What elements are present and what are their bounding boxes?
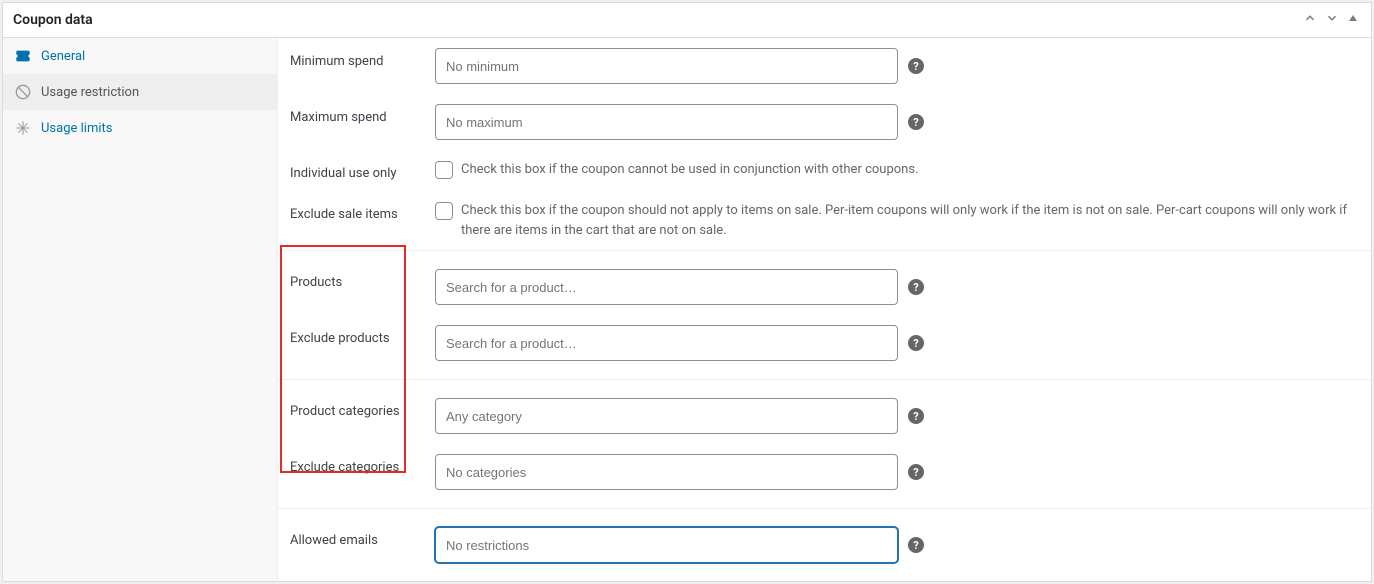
row-products: Products ? <box>278 251 1371 315</box>
maximum-spend-input[interactable] <box>435 104 898 140</box>
sidebar-item-label: Usage limits <box>41 121 112 136</box>
exclude-categories-input[interactable] <box>435 454 898 490</box>
help-icon[interactable]: ? <box>908 537 924 553</box>
exclude-sale-checkbox[interactable] <box>435 202 453 220</box>
panel-controls <box>1301 11 1361 29</box>
products-input[interactable] <box>435 269 898 305</box>
row-exclude-products: Exclude products ? <box>278 315 1371 379</box>
product-categories-input[interactable] <box>435 398 898 434</box>
label-exclude-categories: Exclude categories <box>290 454 435 475</box>
panel-body: General Usage restriction Usage limits M… <box>3 38 1371 581</box>
exclude-products-input[interactable] <box>435 325 898 361</box>
help-icon[interactable]: ? <box>908 279 924 295</box>
sidebar-item-usage-restriction[interactable]: Usage restriction <box>3 74 277 110</box>
label-allowed-emails: Allowed emails <box>290 527 435 548</box>
sidebar-item-usage-limits[interactable]: Usage limits <box>3 110 277 146</box>
panel-header: Coupon data <box>3 3 1371 38</box>
ticket-icon <box>15 48 31 64</box>
row-minimum-spend: Minimum spend ? <box>278 38 1371 94</box>
help-icon[interactable]: ? <box>908 114 924 130</box>
label-products: Products <box>290 269 435 290</box>
row-exclude-sale: Exclude sale items Check this box if the… <box>278 191 1371 250</box>
move-up-icon[interactable] <box>1301 11 1319 29</box>
individual-use-checkbox[interactable] <box>435 161 453 179</box>
row-product-categories: Product categories ? <box>278 380 1371 444</box>
label-exclude-sale: Exclude sale items <box>290 201 435 222</box>
collapse-icon[interactable] <box>1345 12 1361 28</box>
label-maximum-spend: Maximum spend <box>290 104 435 125</box>
row-maximum-spend: Maximum spend ? <box>278 94 1371 150</box>
content-area: Minimum spend ? Maximum spend ? Individu… <box>278 38 1371 581</box>
help-icon[interactable]: ? <box>908 58 924 74</box>
help-icon[interactable]: ? <box>908 408 924 424</box>
coupon-data-panel: Coupon data General <box>2 2 1372 582</box>
limits-icon <box>15 120 31 136</box>
block-icon <box>15 84 31 100</box>
move-down-icon[interactable] <box>1323 11 1341 29</box>
row-exclude-categories: Exclude categories ? <box>278 444 1371 508</box>
row-allowed-emails: Allowed emails ? <box>278 509 1371 581</box>
label-minimum-spend: Minimum spend <box>290 48 435 69</box>
sidebar-item-general[interactable]: General <box>3 38 277 74</box>
exclude-sale-text: Check this box if the coupon should not … <box>461 201 1359 240</box>
sidebar-item-label: General <box>41 49 85 64</box>
label-product-categories: Product categories <box>290 398 435 419</box>
minimum-spend-input[interactable] <box>435 48 898 84</box>
label-individual-use: Individual use only <box>290 160 435 181</box>
label-exclude-products: Exclude products <box>290 325 435 346</box>
help-icon[interactable]: ? <box>908 335 924 351</box>
sidebar-item-label: Usage restriction <box>41 85 139 100</box>
row-individual-use: Individual use only Check this box if th… <box>278 150 1371 191</box>
help-icon[interactable]: ? <box>908 464 924 480</box>
panel-title: Coupon data <box>13 12 93 28</box>
individual-use-text: Check this box if the coupon cannot be u… <box>461 160 919 180</box>
allowed-emails-input[interactable] <box>435 527 898 563</box>
sidebar: General Usage restriction Usage limits <box>3 38 278 581</box>
